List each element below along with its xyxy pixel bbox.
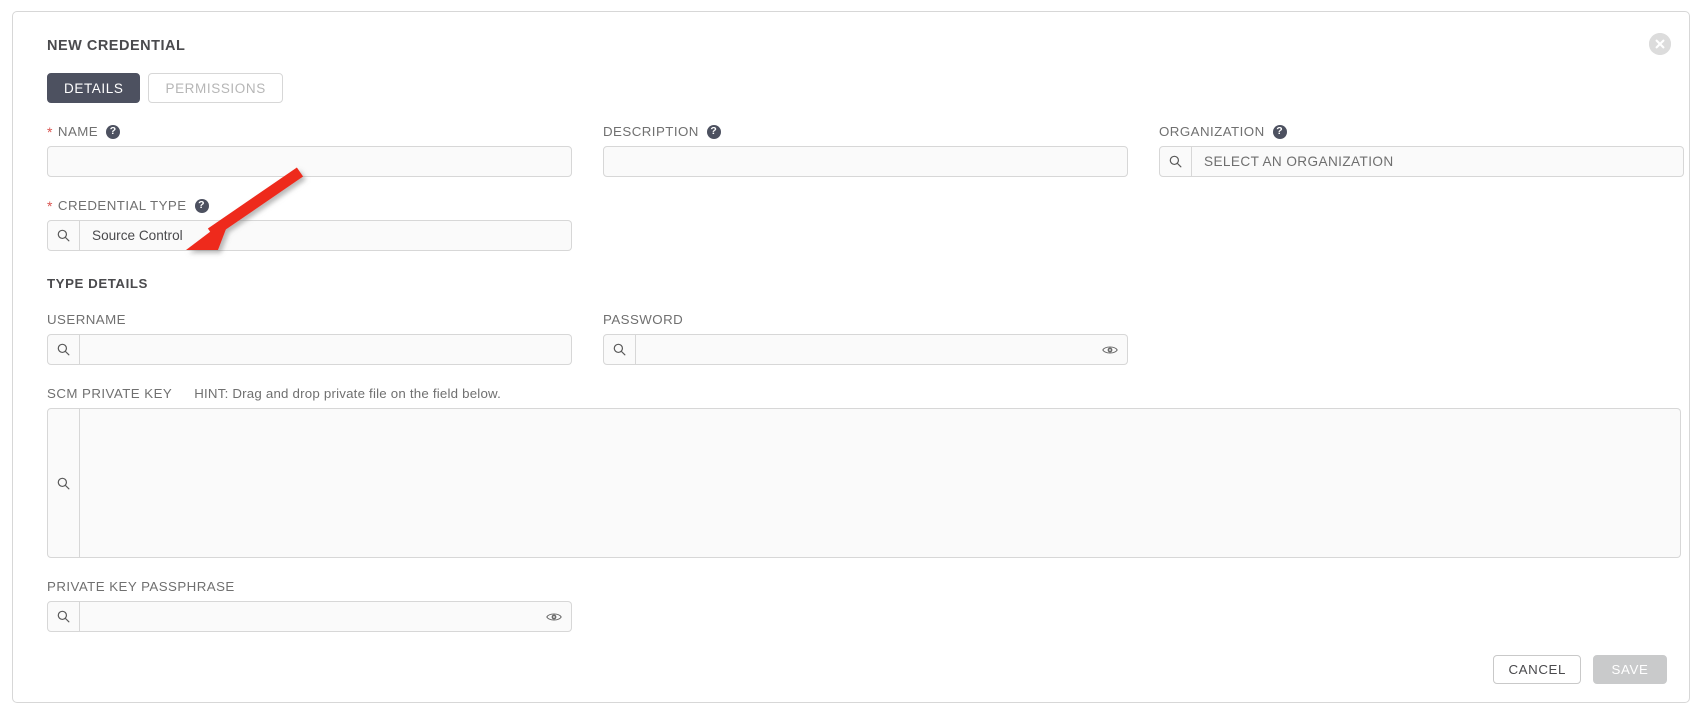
help-icon[interactable]: ? <box>1272 124 1287 139</box>
help-icon[interactable]: ? <box>194 198 209 213</box>
tab-permissions[interactable]: PERMISSIONS <box>148 73 283 103</box>
screen: NEW CREDENTIAL DETAILS PERMISSIONS * NAM… <box>0 0 1702 713</box>
form-row-1: * NAME ? DESCRIPTION ? ORGANIZATION ? SE… <box>47 124 1684 177</box>
credential-type-input-group: Source Control <box>47 220 572 251</box>
search-icon[interactable] <box>47 601 80 632</box>
required-marker: * <box>47 197 53 214</box>
private-key-passphrase-group <box>47 601 572 632</box>
name-label: * NAME ? <box>47 124 572 139</box>
description-input[interactable] <box>603 146 1128 177</box>
form-row-2: * CREDENTIAL TYPE ? Source Control <box>47 198 1667 251</box>
field-password: PASSWORD <box>603 312 1128 365</box>
scm-private-key-label-text: SCM PRIVATE KEY <box>47 386 173 401</box>
tab-bar: DETAILS PERMISSIONS <box>47 73 1667 103</box>
scm-private-key-textarea[interactable] <box>80 408 1681 558</box>
credential-type-label-text: CREDENTIAL TYPE <box>57 198 187 213</box>
username-label: USERNAME <box>47 312 572 327</box>
save-button: SAVE <box>1593 655 1667 684</box>
form-row-3: USERNAME PASSWORD <box>47 312 1667 365</box>
scm-private-key-label: SCM PRIVATE KEY HINT: Drag and drop priv… <box>47 386 1681 401</box>
new-credential-panel: NEW CREDENTIAL DETAILS PERMISSIONS * NAM… <box>12 11 1690 703</box>
tab-details[interactable]: DETAILS <box>47 73 141 103</box>
field-description: DESCRIPTION ? <box>603 124 1128 177</box>
organization-label: ORGANIZATION ? <box>1159 124 1684 139</box>
search-icon[interactable] <box>47 220 80 251</box>
name-input[interactable] <box>47 146 572 177</box>
search-icon[interactable] <box>603 334 636 365</box>
form-actions: CANCEL SAVE <box>35 655 1667 684</box>
private-key-passphrase-label-text: PRIVATE KEY PASSPHRASE <box>47 579 235 594</box>
password-input-group <box>603 334 1128 365</box>
credential-form: * NAME ? DESCRIPTION ? ORGANIZATION ? SE… <box>47 124 1684 251</box>
field-scm-private-key: SCM PRIVATE KEY HINT: Drag and drop priv… <box>47 386 1681 558</box>
organization-label-text: ORGANIZATION <box>1159 124 1265 139</box>
type-details-heading: TYPE DETAILS <box>47 276 148 291</box>
field-organization: ORGANIZATION ? SELECT AN ORGANIZATION <box>1159 124 1684 177</box>
description-label: DESCRIPTION ? <box>603 124 1128 139</box>
username-input-group <box>47 334 572 365</box>
private-key-passphrase-input[interactable] <box>80 601 537 632</box>
credential-type-input[interactable]: Source Control <box>80 220 572 251</box>
field-private-key-passphrase: PRIVATE KEY PASSPHRASE <box>47 579 572 632</box>
eye-icon[interactable] <box>537 601 572 632</box>
username-input[interactable] <box>80 334 572 365</box>
field-username: USERNAME <box>47 312 572 365</box>
credential-type-label: * CREDENTIAL TYPE ? <box>47 198 572 213</box>
organization-input-group: SELECT AN ORGANIZATION <box>1159 146 1684 177</box>
password-label: PASSWORD <box>603 312 1128 327</box>
help-icon[interactable]: ? <box>106 124 121 139</box>
eye-icon[interactable] <box>1093 334 1128 365</box>
field-credential-type: * CREDENTIAL TYPE ? Source Control <box>47 198 572 251</box>
field-name: * NAME ? <box>47 124 572 177</box>
form-row-4: SCM PRIVATE KEY HINT: Drag and drop priv… <box>47 386 1681 558</box>
organization-input[interactable]: SELECT AN ORGANIZATION <box>1192 146 1684 177</box>
required-marker: * <box>47 123 53 140</box>
scm-private-key-hint: HINT: Drag and drop private file on the … <box>194 386 502 401</box>
search-icon[interactable] <box>1159 146 1192 177</box>
page-title: NEW CREDENTIAL <box>47 38 186 54</box>
type-details-form: USERNAME PASSWORD SCM PRIVATE KEY HINT: … <box>47 312 1681 632</box>
scm-private-key-group <box>47 408 1681 558</box>
help-icon[interactable]: ? <box>706 124 721 139</box>
search-icon[interactable] <box>47 408 80 558</box>
search-icon[interactable] <box>47 334 80 365</box>
name-label-text: NAME <box>57 124 99 139</box>
username-label-text: USERNAME <box>47 312 126 327</box>
cancel-button[interactable]: CANCEL <box>1493 655 1581 684</box>
close-icon[interactable] <box>1649 33 1671 55</box>
password-label-text: PASSWORD <box>603 312 684 327</box>
form-row-5: PRIVATE KEY PASSPHRASE <box>47 579 1667 632</box>
private-key-passphrase-label: PRIVATE KEY PASSPHRASE <box>47 579 572 594</box>
description-label-text: DESCRIPTION <box>603 124 699 139</box>
password-input[interactable] <box>636 334 1093 365</box>
